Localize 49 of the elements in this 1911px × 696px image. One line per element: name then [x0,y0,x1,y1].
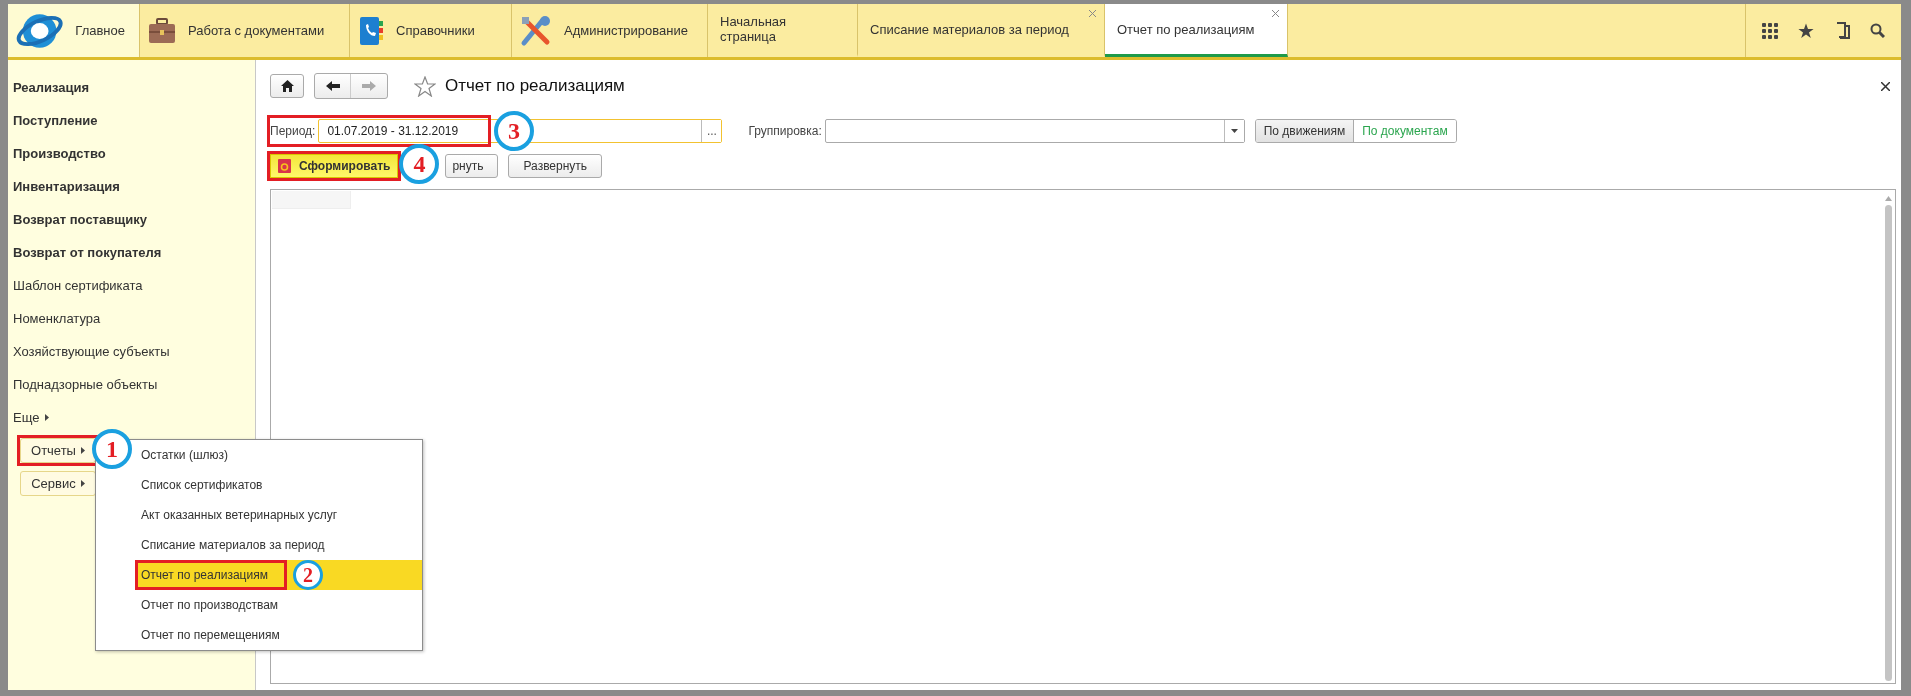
sidebar-link[interactable]: Поступление [13,113,98,128]
search-icon[interactable] [1869,23,1885,38]
star-icon[interactable] [414,75,436,97]
home-button[interactable] [270,74,304,98]
field-label: Группировка: [748,124,822,138]
action-button[interactable]: Развернуть [508,154,603,178]
arrow-left-icon [325,81,340,91]
step-number: 3 [494,111,534,151]
sidebar-link[interactable]: Хозяйствующие субъекты [13,344,170,359]
briefcase-icon [148,17,176,44]
grid-icon[interactable] [1762,22,1779,39]
step-number: 4 [399,144,440,184]
caret-down-icon [1230,129,1238,133]
sidebar-menu-button[interactable]: Отчеты [20,438,96,463]
tools-icon [520,14,552,47]
generate-button[interactable]: Сформировать [270,154,399,178]
sidebar-link[interactable]: Реализация [13,80,90,95]
caret-icon [80,480,85,487]
section-tab[interactable]: Главное [8,4,140,57]
field-label: Период: [270,124,316,138]
menu-item[interactable]: Остатки (шлюз) [135,440,422,470]
caret-icon [80,447,85,454]
scrollbar[interactable] [1884,196,1893,681]
star-icon[interactable] [1798,22,1815,39]
more-link[interactable]: Еще [13,410,50,425]
report-icon [278,159,291,173]
sidebar-link[interactable]: Номенклатура [13,311,101,326]
sidebar-menu-button[interactable]: Сервис [20,471,96,496]
dropdown-button[interactable] [1223,120,1244,142]
mode-toggle[interactable]: По движениям [1255,120,1355,142]
caret-icon [45,414,50,421]
home-icon [280,80,294,92]
choice-button[interactable]: ... [701,120,722,142]
action-button[interactable]: рнуть [445,154,499,178]
step-number: 1 [92,429,132,469]
menu-item[interactable]: Отчет по реализациям 2 [135,560,422,590]
step-number: 2 [293,560,323,590]
sidebar-link[interactable]: Поднадзорные объекты [13,377,158,392]
menu-item[interactable]: Отчет по перемещениям [135,620,422,650]
sidebar-link[interactable]: Инвентаризация [13,179,120,194]
phonebook-icon [358,15,384,46]
arrow-right-icon [362,81,376,91]
document-tab[interactable]: Отчет по реализациям [1105,4,1288,57]
sidebar-link[interactable]: Возврат поставщику [13,212,147,227]
sidebar-link[interactable]: Шаблон сертификата [13,278,143,293]
sidebar-link[interactable]: Производство [13,146,106,161]
form-title: Отчет по реализациям [445,76,625,96]
close-icon[interactable] [1881,81,1890,91]
sidebar-link[interactable]: Возврат от покупателя [13,245,162,260]
